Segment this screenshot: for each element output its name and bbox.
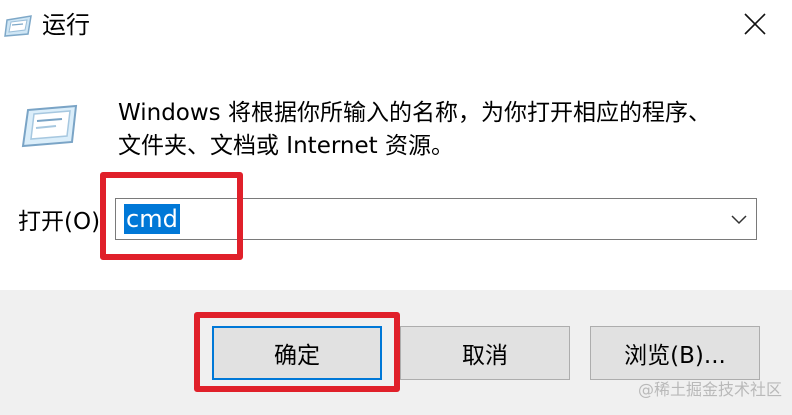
- browse-button[interactable]: 浏览(B)...: [590, 326, 760, 380]
- dialog-description: Windows 将根据你所输入的名称，为你打开相应的程序、 文件夹、文档或 In…: [118, 97, 768, 163]
- chevron-down-icon[interactable]: [722, 199, 756, 239]
- open-field-label: 打开(O):: [18, 209, 108, 235]
- highlight-box-input: [100, 172, 243, 260]
- title-bar: 运行: [0, 0, 792, 52]
- highlight-box-ok: [194, 312, 400, 392]
- run-app-icon: [4, 10, 34, 40]
- description-line-2: 文件夹、文档或 Internet 资源。: [118, 133, 454, 159]
- watermark-text: @稀土掘金技术社区: [637, 380, 782, 399]
- run-dialog-icon: [20, 104, 80, 150]
- close-icon[interactable]: [735, 4, 775, 44]
- description-line-1: Windows 将根据你所输入的名称，为你打开相应的程序、: [118, 100, 711, 126]
- window-title: 运行: [42, 11, 90, 39]
- cancel-button[interactable]: 取消: [400, 326, 570, 380]
